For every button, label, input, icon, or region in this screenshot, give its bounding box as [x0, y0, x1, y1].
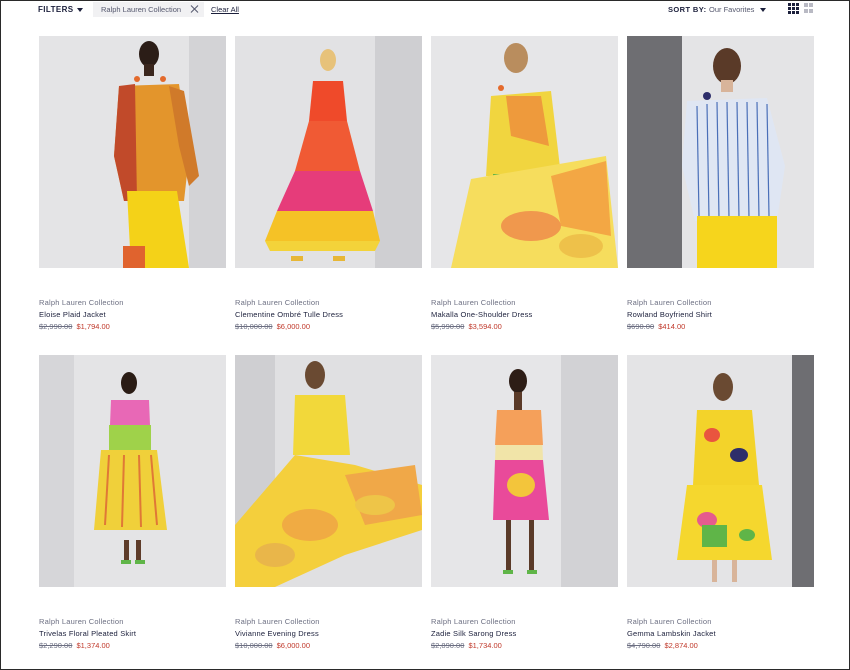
filter-sort-toolbar: FILTERS Ralph Lauren Collection Clear Al… — [1, 1, 849, 19]
original-price: $690.00 — [627, 322, 655, 331]
sale-price: $2,874.00 — [664, 641, 698, 650]
sale-price: $1,374.00 — [76, 641, 110, 650]
product-price: $2,290.00 $1,374.00 — [39, 641, 226, 652]
close-icon[interactable] — [190, 5, 198, 13]
product-brand: Ralph Lauren Collection — [39, 298, 124, 307]
product-name[interactable]: Zadie Silk Sarong Dress — [431, 629, 618, 640]
product-brand: Ralph Lauren Collection — [235, 298, 320, 307]
original-price: $5,990.00 — [431, 322, 465, 331]
product-brand: Ralph Lauren Collection — [431, 617, 516, 626]
product-price: $10,000.00 $6,000.00 — [235, 322, 422, 333]
product-image[interactable] — [627, 36, 814, 268]
product-card[interactable]: Ralph Lauren Collection Vivianne Evening… — [235, 355, 422, 652]
product-image[interactable] — [431, 355, 618, 587]
product-image[interactable] — [431, 36, 618, 268]
product-brand: Ralph Lauren Collection — [627, 617, 712, 626]
product-card[interactable]: Ralph Lauren Collection Rowland Boyfrien… — [627, 36, 814, 333]
product-name[interactable]: Makalla One-Shoulder Dress — [431, 310, 618, 321]
caret-down-icon — [76, 7, 83, 12]
product-brand: Ralph Lauren Collection — [431, 298, 516, 307]
product-card[interactable]: Ralph Lauren Collection Eloise Plaid Jac… — [39, 36, 226, 333]
sale-price: $1,734.00 — [468, 641, 502, 650]
sort-label: SORT BY: — [668, 5, 707, 14]
product-brand: Ralph Lauren Collection — [235, 617, 320, 626]
grid-2-icon[interactable] — [804, 3, 815, 14]
product-price: $10,000.00 $6,000.00 — [235, 641, 422, 652]
filters-button[interactable]: FILTERS — [38, 5, 83, 14]
product-price: $690.00 $414.00 — [627, 322, 814, 333]
product-image[interactable] — [39, 355, 226, 587]
filters-label: FILTERS — [38, 5, 74, 14]
sale-price: $6,000.00 — [276, 322, 311, 331]
grid-4-icon[interactable] — [788, 3, 799, 14]
product-card[interactable]: Ralph Lauren Collection Makalla One-Shou… — [431, 36, 618, 333]
sale-price: $1,794.00 — [76, 322, 110, 331]
product-card[interactable]: Ralph Lauren Collection Zadie Silk Saron… — [431, 355, 618, 652]
product-card[interactable]: Ralph Lauren Collection Clementine Ombré… — [235, 36, 422, 333]
sale-price: $3,594.00 — [468, 322, 502, 331]
active-filter-label: Ralph Lauren Collection — [101, 5, 182, 14]
sale-price: $414.00 — [658, 322, 686, 331]
product-image[interactable] — [235, 355, 422, 587]
product-name[interactable]: Rowland Boyfriend Shirt — [627, 310, 814, 321]
original-price: $10,000.00 — [235, 322, 273, 331]
original-price: $2,990.00 — [39, 322, 73, 331]
caret-down-icon — [760, 7, 767, 12]
product-price: $5,990.00 $3,594.00 — [431, 322, 618, 333]
product-price: $4,790.00 $2,874.00 — [627, 641, 814, 652]
product-name[interactable]: Clementine Ombré Tulle Dress — [235, 310, 422, 321]
product-brand: Ralph Lauren Collection — [39, 617, 124, 626]
original-price: $2,890.00 — [431, 641, 465, 650]
product-price: $2,990.00 $1,794.00 — [39, 322, 226, 333]
product-brand: Ralph Lauren Collection — [627, 298, 712, 307]
sort-dropdown[interactable]: Our Favorites — [709, 5, 767, 14]
product-image[interactable] — [235, 36, 422, 268]
product-card[interactable]: Ralph Lauren Collection Trivelas Floral … — [39, 355, 226, 652]
original-price: $2,290.00 — [39, 641, 73, 650]
original-price: $4,790.00 — [627, 641, 661, 650]
sort-value: Our Favorites — [709, 5, 755, 14]
product-name[interactable]: Trivelas Floral Pleated Skirt — [39, 629, 226, 640]
product-image[interactable] — [627, 355, 814, 587]
product-name[interactable]: Eloise Plaid Jacket — [39, 310, 226, 321]
product-name[interactable]: Gemma Lambskin Jacket — [627, 629, 814, 640]
product-image[interactable] — [39, 36, 226, 268]
sale-price: $6,000.00 — [276, 641, 311, 650]
active-filter-chip[interactable]: Ralph Lauren Collection — [93, 2, 204, 17]
original-price: $10,000.00 — [235, 641, 273, 650]
clear-all-link[interactable]: Clear All — [211, 5, 239, 14]
product-name[interactable]: Vivianne Evening Dress — [235, 629, 422, 640]
product-price: $2,890.00 $1,734.00 — [431, 641, 618, 652]
product-card[interactable]: Ralph Lauren Collection Gemma Lambskin J… — [627, 355, 814, 652]
